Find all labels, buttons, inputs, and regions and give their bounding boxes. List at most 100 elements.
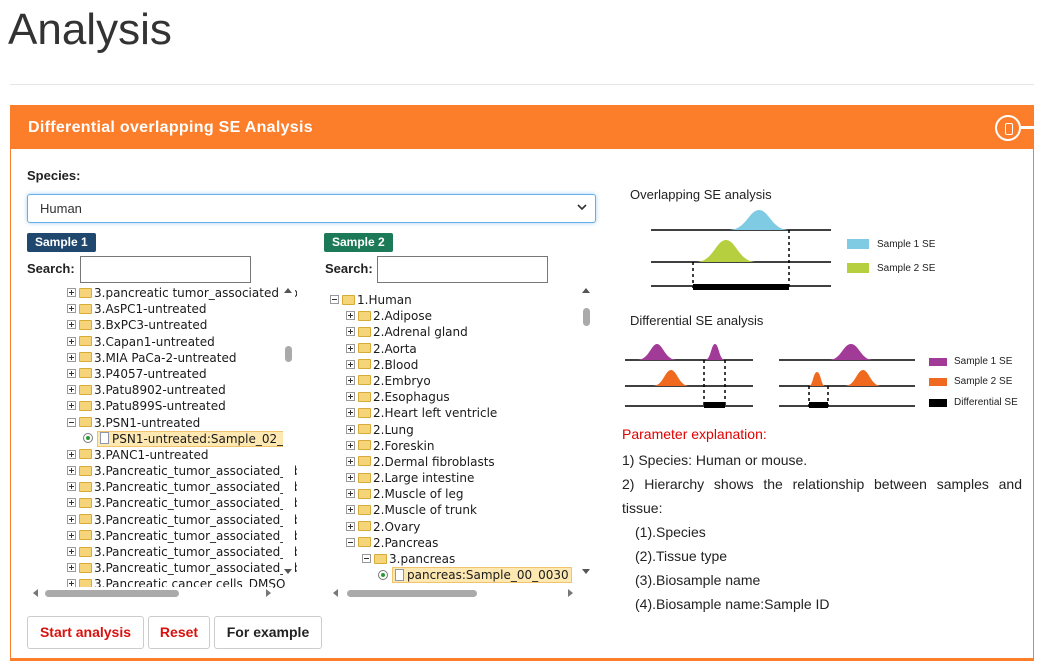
- selected-sample-highlight[interactable]: PSN1-untreated:Sample_02_: [97, 430, 287, 447]
- tree-folder-item[interactable]: 2.Embryo: [325, 373, 597, 389]
- folder-icon: [358, 310, 371, 321]
- expand-icon[interactable]: [346, 440, 355, 450]
- tree-folder-item[interactable]: 3.pancreas: [325, 551, 597, 567]
- tree-folder-item[interactable]: 3.Pancreatic_tumor_associated_fib: [27, 512, 297, 528]
- tree-folder-item[interactable]: 2.Blood: [325, 357, 597, 373]
- expand-icon[interactable]: [346, 473, 355, 483]
- tree-folder-item[interactable]: 3.Pancreatic_tumor_associated_fib: [27, 544, 297, 560]
- tree-folder-item[interactable]: 3.Patu8902-untreated: [27, 382, 297, 398]
- expand-icon[interactable]: [346, 456, 355, 466]
- tree-folder-item[interactable]: 3.Pancreatic_tumor_associated_fib: [27, 479, 297, 495]
- reset-button[interactable]: Reset: [148, 616, 210, 649]
- expand-icon[interactable]: [67, 352, 76, 362]
- expand-icon[interactable]: [67, 563, 76, 573]
- tree-folder-item[interactable]: 3.Pancreatic_tumor_associated_fib: [27, 528, 297, 544]
- tree-folder-item[interactable]: 3.MIA PaCa-2-untreated: [27, 350, 297, 366]
- expand-icon[interactable]: [67, 547, 76, 556]
- expand-icon[interactable]: [67, 385, 76, 395]
- tree-folder-item[interactable]: 3.Pancreatic_tumor_associated_fib: [27, 495, 297, 511]
- expand-icon[interactable]: [67, 304, 76, 314]
- sample2-search-input[interactable]: [377, 256, 548, 283]
- tree-folder-item[interactable]: 2.Ovary: [325, 519, 597, 535]
- expand-icon[interactable]: [346, 343, 355, 353]
- species-select[interactable]: Human: [27, 194, 596, 223]
- sample2-horizontal-scrollbar[interactable]: [331, 587, 575, 599]
- sample1-horizontal-scrollbar[interactable]: [31, 587, 273, 599]
- expand-icon[interactable]: [346, 359, 355, 369]
- expand-icon[interactable]: [346, 327, 355, 337]
- expand-icon[interactable]: [346, 375, 355, 385]
- tree-folder-item[interactable]: 2.Aorta: [325, 341, 597, 357]
- tree-item-label: 3.PSN1-untreated: [94, 415, 201, 430]
- expand-icon[interactable]: [346, 505, 355, 515]
- expand-icon[interactable]: [346, 521, 355, 531]
- tree-folder-item[interactable]: 2.Pancreas: [325, 535, 597, 551]
- scroll-up-icon[interactable]: [582, 288, 590, 293]
- expand-icon[interactable]: [67, 514, 76, 524]
- expand-icon[interactable]: [67, 288, 76, 297]
- tree-folder-item[interactable]: 1.Human: [325, 292, 597, 308]
- tree-folder-item[interactable]: 2.Foreskin: [325, 438, 597, 454]
- scroll-thumb[interactable]: [347, 590, 477, 597]
- tree-folder-item[interactable]: 3.Capan1-untreated: [27, 334, 297, 350]
- collapse-toggle-icon[interactable]: [995, 115, 1021, 141]
- tree-folder-item[interactable]: 2.Large intestine: [325, 470, 597, 486]
- tree-folder-item[interactable]: 3.pancreatic tumor_associated fibr: [27, 286, 297, 301]
- tree-folder-item[interactable]: 3.AsPC1-untreated: [27, 301, 297, 317]
- folder-icon: [358, 521, 371, 532]
- expand-icon[interactable]: [346, 392, 355, 402]
- tree-folder-item[interactable]: 3.PSN1-untreated: [27, 415, 297, 431]
- tree-folder-item[interactable]: 3.P4057-untreated: [27, 366, 297, 382]
- expand-icon[interactable]: [67, 336, 76, 346]
- radio-selected-icon[interactable]: [378, 569, 388, 580]
- tree-folder-item[interactable]: 3.Patu899S-untreated: [27, 398, 297, 414]
- tree-folder-item[interactable]: 2.Adipose: [325, 308, 597, 324]
- sample2-vertical-scrollbar[interactable]: [581, 286, 593, 576]
- radio-selected-icon[interactable]: [83, 433, 93, 444]
- sample1-search-input[interactable]: [80, 256, 251, 283]
- tree-folder-item[interactable]: 2.Heart left ventricle: [325, 405, 597, 421]
- tree-sample-item[interactable]: PSN1-untreated:Sample_02_: [27, 430, 297, 447]
- scroll-down-icon[interactable]: [582, 569, 590, 574]
- expand-icon[interactable]: [67, 466, 76, 476]
- tree-folder-item[interactable]: 3.BxPC3-untreated: [27, 317, 297, 333]
- tree-folder-item[interactable]: 2.Muscle of leg: [325, 486, 597, 502]
- expand-icon[interactable]: [67, 498, 76, 508]
- selected-sample-highlight[interactable]: pancreas:Sample_00_0030: [392, 567, 572, 584]
- collapse-icon[interactable]: [67, 417, 76, 427]
- expand-icon[interactable]: [67, 320, 76, 330]
- start-analysis-button[interactable]: Start analysis: [27, 616, 144, 649]
- collapse-icon[interactable]: [362, 554, 371, 563]
- expand-icon[interactable]: [67, 530, 76, 540]
- tree-sample-item[interactable]: pancreas:Sample_00_0030: [325, 567, 597, 584]
- tree-folder-item[interactable]: 2.Adrenal gland: [325, 324, 597, 340]
- expand-icon[interactable]: [346, 424, 355, 434]
- scroll-right-icon[interactable]: [568, 589, 573, 597]
- scroll-thumb[interactable]: [583, 308, 590, 326]
- scroll-thumb[interactable]: [285, 346, 292, 362]
- scroll-left-icon[interactable]: [333, 589, 338, 597]
- scroll-left-icon[interactable]: [33, 589, 38, 597]
- tree-folder-item[interactable]: 2.Muscle of trunk: [325, 502, 597, 518]
- tree-folder-item[interactable]: 3.PANC1-untreated: [27, 447, 297, 463]
- tree-folder-item[interactable]: 2.Dermal fibroblasts: [325, 454, 597, 470]
- expand-icon[interactable]: [346, 489, 355, 499]
- expand-icon[interactable]: [67, 482, 76, 492]
- expand-icon[interactable]: [67, 449, 76, 459]
- tree-folder-item[interactable]: 2.Esophagus: [325, 389, 597, 405]
- tree-folder-item[interactable]: 2.Lung: [325, 422, 597, 438]
- tree-folder-item[interactable]: 3.Pancreatic_tumor_associated_fib: [27, 560, 297, 576]
- sample1-vertical-scrollbar[interactable]: [283, 286, 295, 576]
- scroll-right-icon[interactable]: [266, 589, 271, 597]
- expand-icon[interactable]: [67, 401, 76, 411]
- scroll-up-icon[interactable]: [284, 288, 292, 293]
- expand-icon[interactable]: [67, 368, 76, 378]
- expand-icon[interactable]: [346, 408, 355, 418]
- scroll-thumb[interactable]: [45, 590, 179, 597]
- expand-icon[interactable]: [346, 311, 355, 321]
- tree-folder-item[interactable]: 3.Pancreatic_tumor_associated_fib: [27, 463, 297, 479]
- for-example-button[interactable]: For example: [214, 616, 322, 649]
- scroll-down-icon[interactable]: [284, 569, 292, 574]
- collapse-icon[interactable]: [330, 295, 339, 304]
- collapse-icon[interactable]: [346, 537, 355, 547]
